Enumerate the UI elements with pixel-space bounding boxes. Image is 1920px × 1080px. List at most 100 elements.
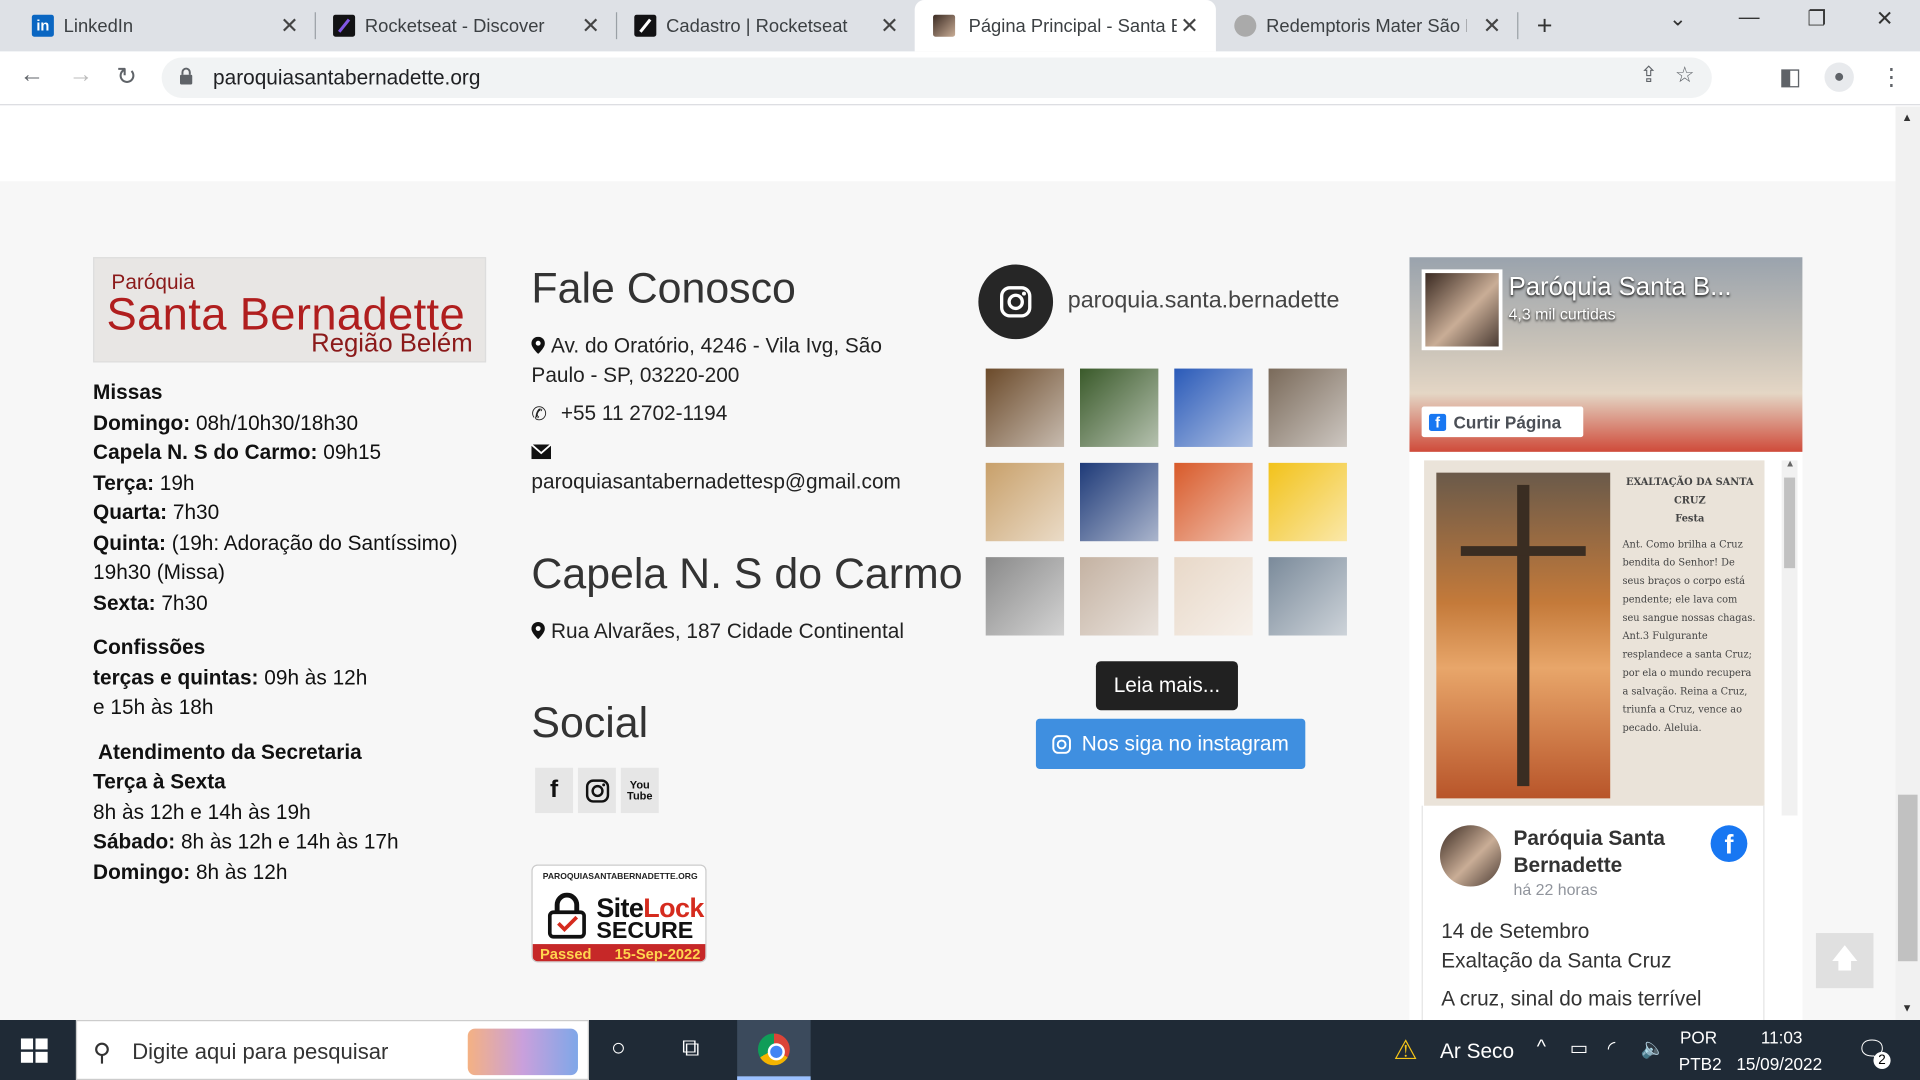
language-indicator[interactable]: POR [1680, 1027, 1717, 1047]
post-time[interactable]: há 22 horas [1513, 880, 1597, 898]
social-heading: Social [531, 699, 649, 747]
reload-icon[interactable]: ↻ [116, 61, 137, 92]
instagram-profile-icon[interactable] [978, 264, 1054, 340]
instagram-post-thumbnail[interactable] [1080, 462, 1159, 542]
clock-date[interactable]: 15/09/2022 [1736, 1054, 1822, 1074]
email[interactable]: paroquiasantabernadettesp@gmail.com [530, 438, 901, 497]
address-bar[interactable]: paroquiasantabernadette.org ⇪ ☆ [161, 57, 1712, 98]
battery-icon[interactable]: ▭ [1570, 1036, 1589, 1060]
crucifix-image [1436, 472, 1611, 799]
map-pin-icon [531, 622, 545, 640]
instagram-post-thumbnail[interactable] [985, 462, 1065, 542]
tab-santa-bernadette[interactable]: Página Principal - Santa B ✕ [914, 0, 1216, 52]
back-arrow-icon[interactable]: ← [20, 61, 44, 89]
tab-search-chevron-icon[interactable]: ⌄ [1669, 7, 1686, 31]
instagram-post-thumbnail[interactable] [1174, 557, 1253, 636]
keyboard-layout-indicator[interactable]: PTB2 [1679, 1054, 1722, 1074]
facebook-page-widget: Paróquia Santa B... 4,3 mil curtidas f Cu… [1409, 257, 1803, 1021]
instagram-post-thumbnail[interactable] [1174, 462, 1253, 542]
tab-title: LinkedIn [63, 15, 134, 37]
facebook-page-avatar[interactable] [1421, 269, 1503, 351]
linkedin-icon: in [31, 14, 54, 37]
tab-redemptoris-mater[interactable]: Redemptoris Mater São P ✕ [1234, 0, 1501, 51]
taskbar-search-box[interactable]: ⚲ Digite aqui para pesquisar [75, 1020, 589, 1080]
tab-separator [1517, 12, 1519, 40]
windows-taskbar: ⚲ Digite aqui para pesquisar ○ ⧉ ⚠ Ar Se… [0, 1020, 1920, 1080]
padlock-icon [547, 892, 586, 939]
tab-cadastro-rocketseat[interactable]: Cadastro | Rocketseat ✕ [634, 0, 899, 51]
window-close-icon[interactable]: ✕ [1876, 7, 1893, 31]
facebook-icon: f [1428, 413, 1447, 431]
side-panel-icon[interactable]: ◧ [1779, 64, 1801, 92]
close-icon[interactable]: ✕ [880, 13, 898, 39]
sitelock-secure: SECURE [596, 918, 694, 945]
share-icon[interactable]: ⇪ [1639, 62, 1657, 88]
search-placeholder: Digite aqui para pesquisar [132, 1039, 389, 1065]
cortana-circle-icon[interactable]: ○ [611, 1035, 626, 1063]
tab-title: Rocketseat - Discover [364, 15, 545, 37]
envelope-icon [530, 438, 900, 467]
facebook-page-name[interactable]: Paróquia Santa B... [1509, 273, 1732, 302]
avatar[interactable] [1440, 825, 1502, 887]
domingo-row: Domingo: 8h às 12h [93, 860, 288, 884]
close-icon[interactable]: ✕ [1180, 13, 1198, 39]
youtube-icon[interactable]: You Tube [620, 767, 659, 814]
instagram-post-thumbnail[interactable] [1268, 368, 1347, 447]
instagram-post-thumbnail[interactable] [985, 557, 1065, 636]
close-icon[interactable]: ✕ [1483, 13, 1501, 39]
scrollbar-thumb[interactable] [1897, 794, 1918, 962]
capela-heading: Capela N. S do Carmo [531, 549, 963, 598]
read-more-button[interactable]: Leia mais... [1095, 661, 1238, 711]
post-author[interactable]: Paróquia Santa Bernadette [1513, 825, 1697, 879]
page-scrollbar[interactable]: ▲ ▼ [1895, 106, 1920, 1021]
minimize-icon[interactable]: — [1739, 5, 1760, 29]
address: Av. do Oratório, 4246 - Vila Ivg, São Pa… [531, 334, 882, 387]
profile-avatar-icon[interactable]: ● [1824, 62, 1854, 92]
instagram-post-thumbnail[interactable] [985, 368, 1065, 447]
facebook-post-image[interactable]: EXALTAÇÃO DA SANTA CRUZ Festa Ant. Como b… [1424, 460, 1765, 816]
tab-title: Redemptoris Mater São P [1266, 15, 1467, 37]
scroll-down-arrow-icon[interactable]: ▼ [1902, 1002, 1913, 1014]
instagram-post-thumbnail[interactable] [1268, 462, 1347, 542]
instagram-post-thumbnail[interactable] [1268, 557, 1347, 636]
new-tab-plus-icon[interactable]: + [1537, 10, 1553, 42]
volume-icon[interactable]: 🔈 [1641, 1036, 1665, 1060]
taskbar-chrome-button[interactable] [737, 1020, 811, 1080]
instagram-post-thumbnail[interactable] [1174, 368, 1253, 447]
tab-separator [615, 12, 618, 40]
close-icon[interactable]: ✕ [582, 13, 600, 39]
warning-icon[interactable]: ⚠ [1393, 1035, 1417, 1067]
facebook-logo-icon[interactable]: f [1710, 825, 1748, 863]
tray-chevron-icon[interactable]: ^ [1537, 1037, 1546, 1059]
restore-icon[interactable]: ❐ [1807, 7, 1826, 31]
instagram-icon[interactable] [577, 767, 616, 814]
parish-logo[interactable]: Paróquia Santa Bernadette Região Belém [93, 257, 487, 363]
instagram-post-thumbnail[interactable] [1080, 557, 1159, 636]
instagram-handle[interactable]: paroquia.santa.bernadette [1068, 288, 1340, 315]
weather-text[interactable]: Ar Seco [1440, 1040, 1514, 1064]
sitelock-badge[interactable]: PAROQUIASANTABERNADETTE.ORG SiteLock SEC… [531, 864, 707, 963]
tab-linkedin[interactable]: in LinkedIn ✕ [31, 0, 299, 51]
instagram-post-thumbnail[interactable] [1080, 368, 1159, 447]
tab-rocketseat-discover[interactable]: Rocketseat - Discover ✕ [333, 0, 600, 51]
follow-instagram-button[interactable]: Nos siga no instagram [1035, 718, 1306, 769]
clock-time[interactable]: 11:03 [1761, 1027, 1803, 1047]
facebook-scrollbar[interactable]: ▲ [1781, 458, 1798, 816]
windows-start-icon[interactable] [20, 1038, 48, 1063]
close-icon[interactable]: ✕ [280, 13, 298, 39]
seal-icon [1234, 14, 1257, 37]
scroll-up-arrow-icon[interactable]: ▲ [1902, 111, 1913, 123]
phone[interactable]: ✆ +55 11 2702-1194 [531, 399, 727, 430]
back-to-top-button[interactable]: 🡅 [1815, 933, 1874, 989]
facebook-like-button[interactable]: f Curtir Página [1421, 406, 1584, 438]
task-view-icon[interactable]: ⧉ [682, 1035, 699, 1063]
menu-kebab-icon[interactable]: ⋮ [1880, 64, 1903, 92]
wifi-icon[interactable]: ◜ [1608, 1036, 1616, 1060]
bookmark-star-icon[interactable]: ☆ [1675, 62, 1695, 88]
facebook-icon[interactable]: f [535, 767, 574, 814]
parish-icon [933, 14, 956, 37]
search-icon: ⚲ [93, 1039, 112, 1067]
forward-arrow-icon[interactable]: → [69, 61, 93, 89]
tab-title: Cadastro | Rocketseat [666, 15, 848, 37]
phone-icon: ✆ [531, 404, 547, 425]
